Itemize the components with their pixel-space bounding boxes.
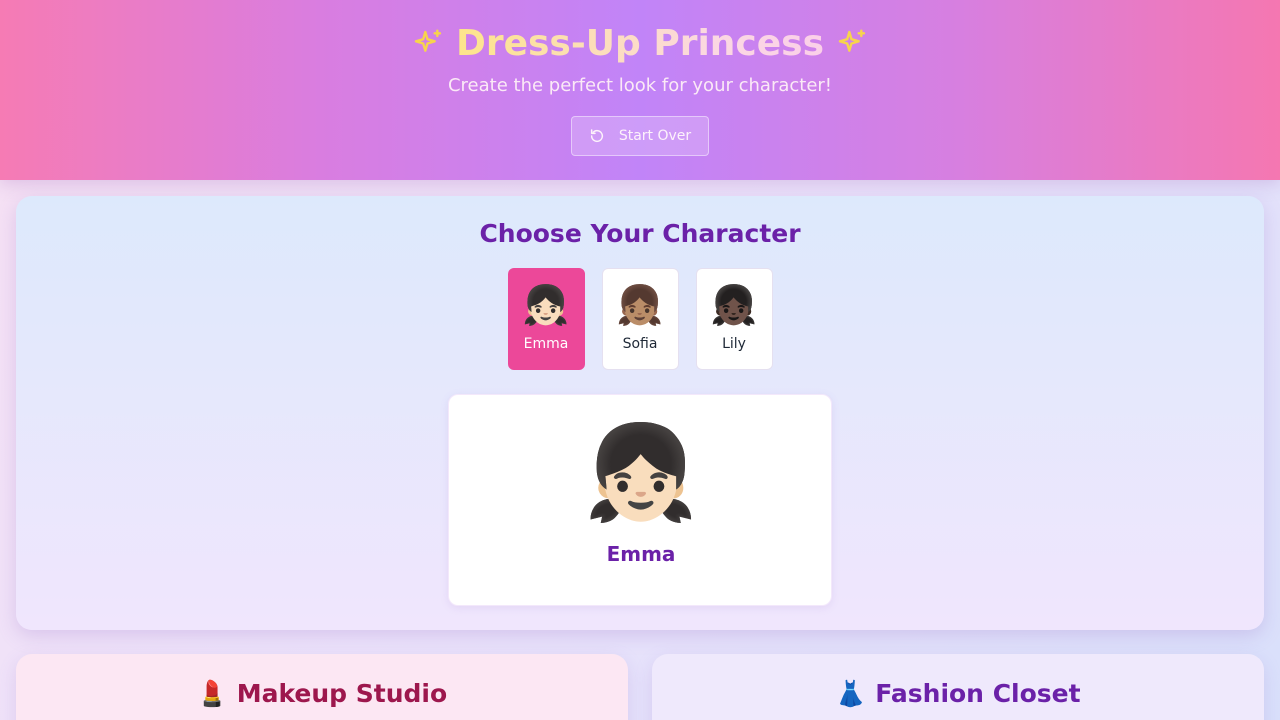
sparkles-icon	[838, 29, 866, 52]
character-select-card: Choose Your Character 👧🏻 Emma 👧🏽 Sofia 👧…	[16, 196, 1264, 630]
makeup-studio-label: Makeup Studio	[236, 679, 448, 708]
preview-name: Emma	[606, 542, 676, 566]
character-name: Sofia	[622, 336, 658, 352]
fashion-closet-label: Fashion Closet	[875, 679, 1081, 708]
title-row: Dress-Up Princess	[0, 22, 1280, 66]
character-list: 👧🏻 Emma 👧🏽 Sofia 👧🏿 Lily	[16, 268, 1264, 370]
rotate-ccw-icon	[590, 129, 603, 143]
app-title: Dress-Up Princess	[455, 23, 825, 64]
character-avatar: 👧🏽	[616, 283, 664, 327]
start-over-label: Start Over	[618, 128, 692, 144]
sparkles-icon	[414, 29, 442, 52]
character-avatar: 👧🏿	[710, 283, 758, 327]
preview-avatar: 👧🏻	[583, 419, 699, 526]
section-title: Choose Your Character	[479, 219, 801, 248]
dress-icon: 👗	[835, 679, 867, 708]
character-name: Emma	[523, 336, 569, 352]
app-header: Dress-Up Princess Create the perfect loo…	[0, 0, 1280, 180]
character-option-lily[interactable]: 👧🏿 Lily	[695, 268, 773, 370]
makeup-studio-title: 💄 Makeup Studio	[16, 678, 628, 710]
app-subtitle: Create the perfect look for your charact…	[447, 75, 833, 96]
fashion-closet-title: 👗 Fashion Closet	[652, 678, 1264, 710]
lipstick-icon: 💄	[196, 679, 228, 708]
character-name: Lily	[722, 336, 746, 352]
character-preview: 👧🏻 Emma	[448, 394, 832, 606]
character-option-emma[interactable]: 👧🏻 Emma	[507, 268, 585, 370]
start-over-button[interactable]: Start Over	[571, 116, 709, 156]
character-avatar: 👧🏻	[522, 283, 570, 327]
fashion-closet-panel: 👗 Fashion Closet	[652, 654, 1264, 720]
character-option-sofia[interactable]: 👧🏽 Sofia	[601, 268, 679, 370]
makeup-studio-panel: 💄 Makeup Studio	[16, 654, 628, 720]
